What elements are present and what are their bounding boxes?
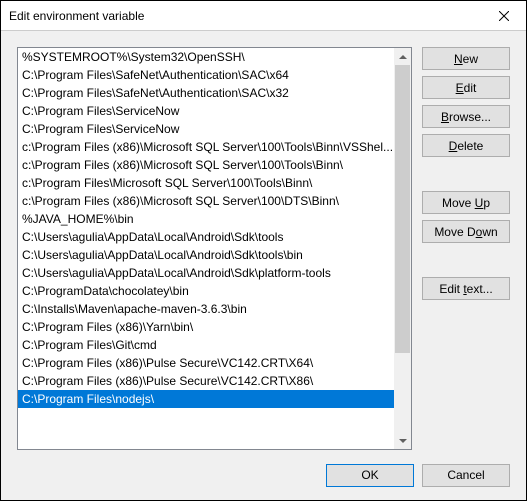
- close-button[interactable]: [481, 1, 526, 30]
- dialog-body: %SYSTEMROOT%\System32\OpenSSH\C:\Program…: [1, 31, 526, 450]
- list-item[interactable]: c:\Program Files (x86)\Microsoft SQL Ser…: [18, 156, 394, 174]
- button-column: New Edit Browse... Delete Move Up Move D…: [422, 47, 510, 450]
- label: Edit text...: [439, 282, 492, 296]
- ok-button[interactable]: OK: [326, 464, 414, 487]
- list-item[interactable]: C:\Program Files (x86)\Yarn\bin\: [18, 318, 394, 336]
- list-item[interactable]: C:\Program Files (x86)\Pulse Secure\VC14…: [18, 354, 394, 372]
- list-item[interactable]: C:\ProgramData\chocolatey\bin: [18, 282, 394, 300]
- scrollbar[interactable]: [394, 48, 411, 449]
- browse-button[interactable]: Browse...: [422, 105, 510, 128]
- list-item[interactable]: c:\Program Files\Microsoft SQL Server\10…: [18, 174, 394, 192]
- label: Move Up: [442, 196, 490, 210]
- chevron-up-icon: [399, 55, 407, 59]
- list-item[interactable]: C:\Program Files (x86)\Pulse Secure\VC14…: [18, 372, 394, 390]
- accel: B: [441, 110, 449, 124]
- list-item[interactable]: C:\Program Files\SafeNet\Authentication\…: [18, 66, 394, 84]
- delete-button[interactable]: Delete: [422, 134, 510, 157]
- move-down-button[interactable]: Move Down: [422, 220, 510, 243]
- list-item[interactable]: C:\Users\agulia\AppData\Local\Android\Sd…: [18, 228, 394, 246]
- label: Move Down: [434, 225, 497, 239]
- list-item[interactable]: C:\Users\agulia\AppData\Local\Android\Sd…: [18, 246, 394, 264]
- window-title: Edit environment variable: [9, 9, 481, 23]
- dialog-window: Edit environment variable %SYSTEMROOT%\S…: [0, 0, 527, 501]
- list-item[interactable]: C:\Program Files\ServiceNow: [18, 120, 394, 138]
- label: elete: [457, 139, 483, 153]
- cancel-button[interactable]: Cancel: [422, 464, 510, 487]
- scroll-thumb[interactable]: [395, 65, 410, 353]
- list-item[interactable]: C:\Program Files\nodejs\: [18, 390, 394, 408]
- label: dit: [464, 81, 477, 95]
- edit-text-button[interactable]: Edit text...: [422, 277, 510, 300]
- label: rowse...: [449, 110, 491, 124]
- close-icon: [499, 11, 509, 21]
- new-button[interactable]: New: [422, 47, 510, 70]
- accel: N: [454, 52, 463, 66]
- accel: D: [449, 139, 458, 153]
- scroll-down-button[interactable]: [394, 432, 411, 449]
- list-item[interactable]: c:\Program Files (x86)\Microsoft SQL Ser…: [18, 138, 394, 156]
- list-item[interactable]: C:\Installs\Maven\apache-maven-3.6.3\bin: [18, 300, 394, 318]
- list-item[interactable]: C:\Users\agulia\AppData\Local\Android\Sd…: [18, 264, 394, 282]
- chevron-down-icon: [399, 439, 407, 443]
- titlebar: Edit environment variable: [1, 1, 526, 31]
- accel: E: [456, 81, 464, 95]
- list-item[interactable]: %JAVA_HOME%\bin: [18, 210, 394, 228]
- list-item[interactable]: C:\Program Files\SafeNet\Authentication\…: [18, 84, 394, 102]
- path-listbox[interactable]: %SYSTEMROOT%\System32\OpenSSH\C:\Program…: [17, 47, 412, 450]
- list-item[interactable]: C:\Program Files\Git\cmd: [18, 336, 394, 354]
- list-item[interactable]: %SYSTEMROOT%\System32\OpenSSH\: [18, 48, 394, 66]
- dialog-footer: OK Cancel: [1, 450, 526, 500]
- scroll-up-button[interactable]: [394, 48, 411, 65]
- list-item[interactable]: C:\Program Files\ServiceNow: [18, 102, 394, 120]
- label: ew: [463, 52, 478, 66]
- edit-button[interactable]: Edit: [422, 76, 510, 99]
- list-inner: %SYSTEMROOT%\System32\OpenSSH\C:\Program…: [18, 48, 394, 449]
- list-item[interactable]: c:\Program Files (x86)\Microsoft SQL Ser…: [18, 192, 394, 210]
- move-up-button[interactable]: Move Up: [422, 191, 510, 214]
